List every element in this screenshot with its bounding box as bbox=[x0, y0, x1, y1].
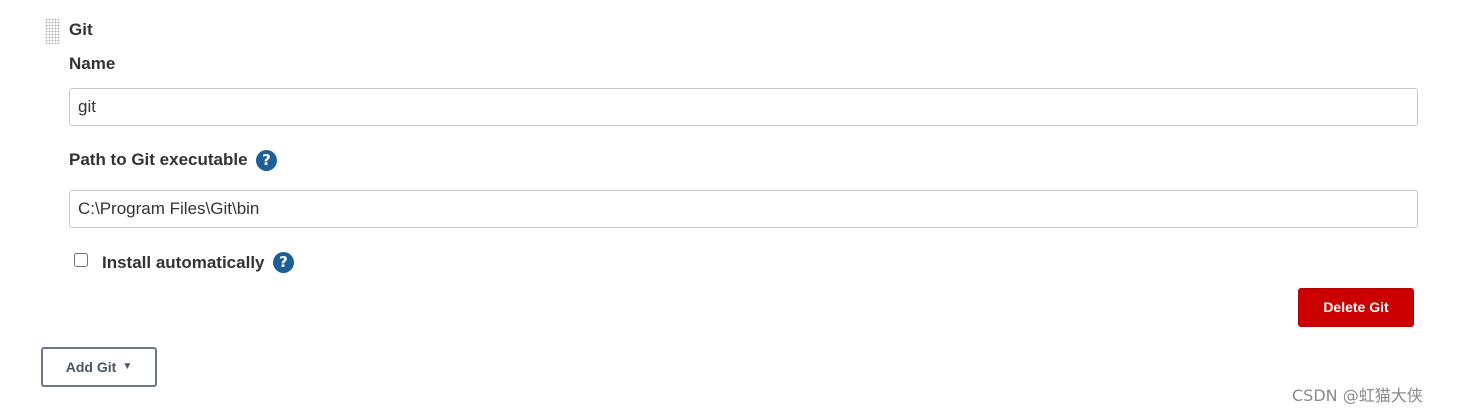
path-label: Path to Git executable bbox=[69, 150, 248, 169]
caret-down-icon: ▼ bbox=[122, 361, 133, 372]
help-icon[interactable]: ? bbox=[273, 252, 294, 273]
path-input[interactable] bbox=[69, 190, 1418, 228]
watermark-text: CSDN @虹猫大侠 bbox=[1292, 386, 1423, 405]
help-icon[interactable]: ? bbox=[256, 150, 277, 171]
install-automatically-checkbox[interactable] bbox=[74, 253, 88, 267]
add-git-button[interactable]: Add Git ▼ bbox=[41, 347, 157, 387]
delete-git-button[interactable]: Delete Git bbox=[1298, 288, 1414, 327]
drag-handle-icon[interactable] bbox=[45, 18, 60, 44]
section-title: Git bbox=[69, 20, 93, 39]
name-input[interactable] bbox=[69, 88, 1418, 126]
install-automatically-label[interactable]: Install automatically bbox=[102, 253, 265, 273]
name-label: Name bbox=[69, 54, 116, 73]
git-installation-panel: Git Name Path to Git executable ? Instal… bbox=[0, 0, 1461, 412]
add-git-label: Add Git bbox=[65, 359, 117, 375]
